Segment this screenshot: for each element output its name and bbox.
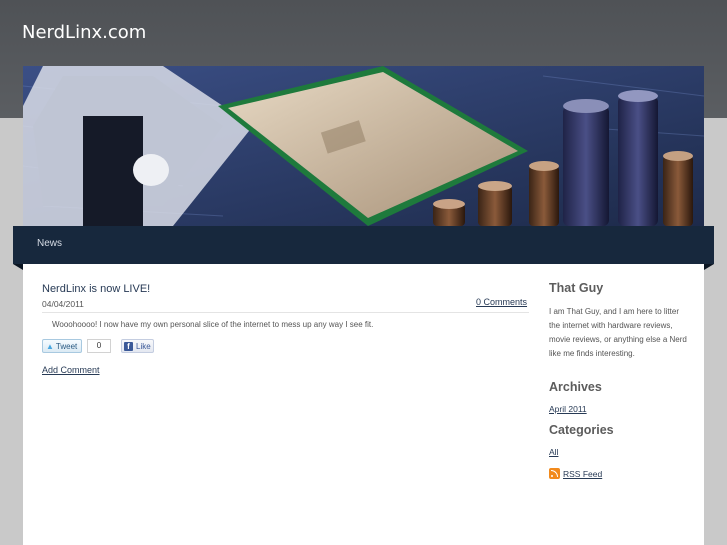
about-heading: That Guy (549, 281, 604, 295)
content-area: NerdLinx is now LIVE! 04/04/2011 0 Comme… (23, 264, 704, 545)
facebook-icon: f (124, 341, 133, 351)
rss-label: RSS Feed (563, 468, 603, 479)
archive-link-april-2011[interactable]: April 2011 (549, 404, 587, 414)
twitter-bird-icon: ▲ (46, 341, 54, 351)
main-nav: News (13, 226, 714, 270)
facebook-like-button[interactable]: f Like (121, 339, 154, 353)
hero-banner (23, 66, 704, 226)
tweet-label: Tweet (55, 341, 78, 351)
add-comment-link[interactable]: Add Comment (42, 365, 100, 375)
site-title[interactable]: NerdLinx.com (22, 22, 146, 43)
like-label: Like (136, 341, 151, 351)
post-divider (42, 312, 529, 313)
rss-icon (549, 468, 560, 479)
comments-link[interactable]: 0 Comments (476, 297, 527, 307)
post-title[interactable]: NerdLinx is now LIVE! (42, 283, 150, 295)
rss-feed-link[interactable]: RSS Feed (549, 468, 602, 479)
post-date: 04/04/2011 (42, 299, 84, 309)
nav-item-news[interactable]: News (37, 238, 62, 249)
post-body: Wooohoooo! I now have my own personal sl… (52, 320, 374, 329)
about-text: I am That Guy, and I am here to litter t… (549, 307, 687, 358)
tweet-count: 0 (87, 339, 111, 353)
tweet-button[interactable]: ▲ Tweet (42, 339, 82, 353)
archives-heading: Archives (549, 380, 602, 394)
motherboard-cpu-photo-icon (23, 66, 704, 226)
categories-heading: Categories (549, 423, 614, 437)
category-link-all[interactable]: All (549, 447, 558, 457)
